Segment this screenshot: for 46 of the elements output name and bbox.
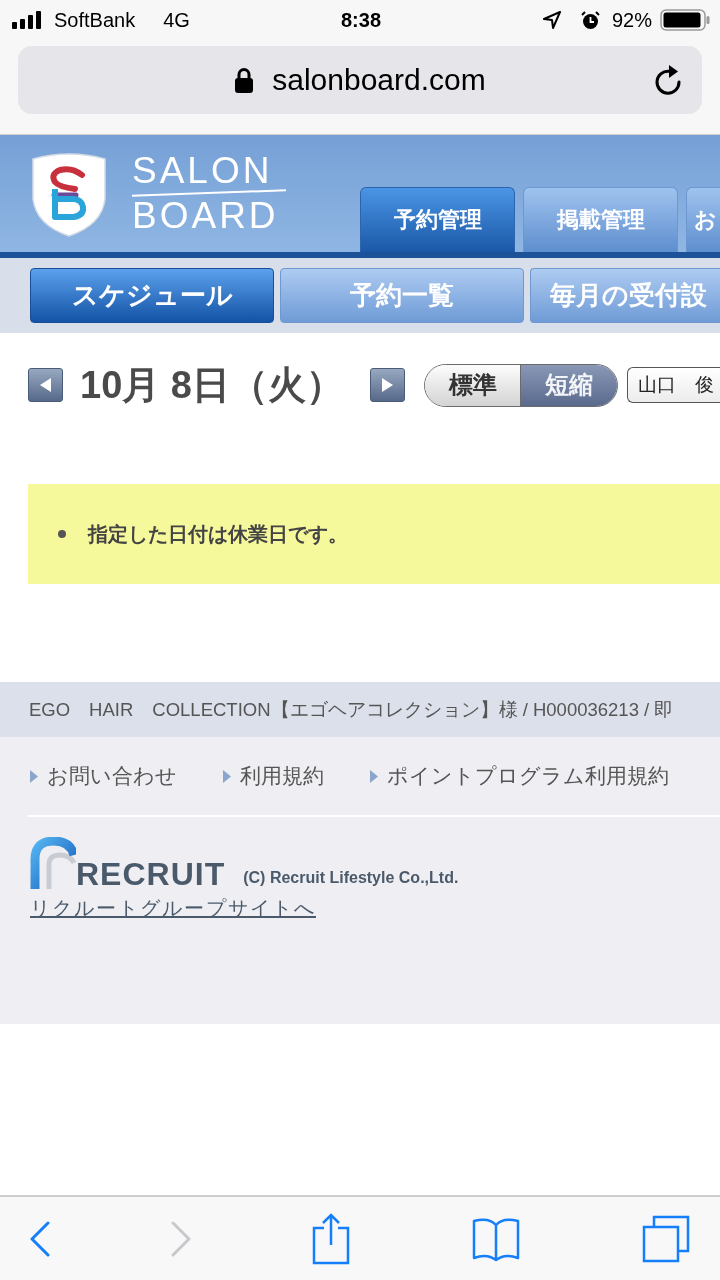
triangle-marker-icon (223, 769, 231, 783)
location-arrow-icon (542, 11, 561, 29)
schedule-date: 10月 8日（火） (80, 362, 344, 408)
copyright-text: (C) Recruit Lifestyle Co.,Ltd. (243, 869, 459, 887)
battery-percent: 92% (611, 8, 652, 32)
share-button[interactable] (312, 1212, 350, 1265)
notice-text: 指定した日付は休業日です。 (88, 521, 348, 547)
alarm-clock-icon (580, 10, 600, 30)
view-option[interactable]: 標準 (424, 364, 521, 406)
chevron-right-icon (171, 1220, 191, 1257)
logo-text: SALON (132, 153, 273, 189)
network-type: 4G (163, 8, 190, 32)
status-time: 8:38 (341, 8, 381, 32)
url-text: salonboard.com (272, 63, 486, 97)
battery-icon (660, 9, 710, 31)
sub-tab[interactable]: スケジュール (30, 268, 274, 323)
bookmarks-button[interactable] (471, 1215, 521, 1262)
footer-link[interactable]: お問い合わせ (30, 762, 177, 790)
triangle-left-icon (39, 378, 52, 392)
triangle-marker-icon (30, 769, 38, 783)
arc-logo-icon (30, 837, 76, 889)
staff-select[interactable]: 山口 俊 (626, 367, 720, 403)
lock-icon (234, 67, 255, 93)
address-field[interactable]: salonboard.com (18, 46, 702, 114)
tabs-button[interactable] (642, 1214, 690, 1263)
back-button[interactable] (30, 1220, 50, 1257)
account-text: EGO HAIR COLLECTION【エゴヘアコレクション】様 / H000036213 / 即 (29, 698, 674, 722)
previous-day-button[interactable] (28, 368, 63, 402)
group-site-link[interactable]: リクルートグループサイトへ (30, 895, 316, 922)
signal-bars-icon (12, 11, 44, 29)
next-day-button[interactable] (369, 368, 405, 402)
view-option[interactable]: 短縮 (520, 364, 617, 406)
open-book-icon (471, 1215, 521, 1262)
logo-text: BOARD (132, 198, 279, 234)
triangle-right-icon (381, 378, 394, 392)
footer-link[interactable]: ポイントプログラム利用規約 (370, 762, 669, 790)
chevron-left-icon (30, 1220, 50, 1257)
shield-logo-icon (30, 150, 108, 237)
bullet-dot-icon (58, 530, 66, 538)
two-squares-icon (642, 1214, 690, 1263)
triangle-marker-icon (370, 769, 378, 783)
main-tab[interactable]: 予約管理 (360, 187, 515, 252)
carrier-name: SoftBank (54, 8, 136, 32)
share-icon (312, 1212, 350, 1265)
logo-text: RECRUIT (76, 859, 226, 889)
footer-link[interactable]: 利用規約 (223, 762, 324, 790)
